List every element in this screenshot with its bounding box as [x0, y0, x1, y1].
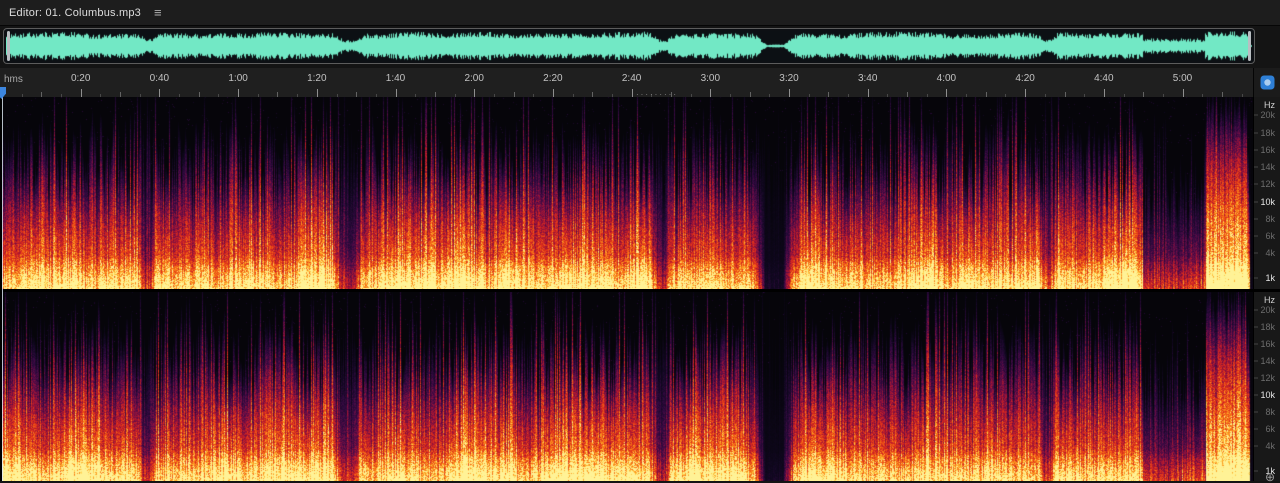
freq-tick — [1254, 184, 1258, 185]
corner-crosshair-icon[interactable]: ⊕ — [1265, 471, 1275, 483]
timeline-label: 1:40 — [386, 73, 405, 84]
timeline-label: 4:40 — [1094, 73, 1113, 84]
frequency-unit-label: Hz — [1264, 295, 1275, 305]
timeline-tick — [238, 89, 239, 97]
timeline-tick — [474, 89, 475, 97]
freq-tick — [1254, 218, 1258, 219]
freq-label-20k: 20k — [1260, 110, 1275, 120]
freq-tick — [1254, 360, 1258, 361]
freq-tick — [1254, 149, 1258, 150]
freq-tick — [1254, 326, 1258, 327]
timeline-label: 3:40 — [858, 73, 877, 84]
freq-tick — [1254, 253, 1258, 254]
timeline-tick — [710, 89, 711, 97]
spectrogram-right[interactable] — [2, 292, 1253, 481]
navigator-left-handle[interactable] — [7, 31, 10, 61]
divider-grip-icon[interactable]: ········· — [613, 91, 701, 98]
freq-tick — [1254, 132, 1258, 133]
timeline-tick — [317, 89, 318, 97]
spectrogram-left[interactable] — [2, 97, 1253, 289]
freq-label-16k: 16k — [1260, 145, 1275, 155]
timeline-label: 0:40 — [150, 73, 169, 84]
timeline-label: 3:20 — [779, 73, 798, 84]
freq-tick — [1254, 429, 1258, 430]
freq-label-12k: 12k — [1260, 373, 1275, 383]
freq-label-8k: 8k — [1265, 407, 1275, 417]
audio-editor-panel: Editor: 01. Columbus.mp3 ≡ hms 0:20 0:40 1… — [0, 0, 1280, 483]
timeline-label: 1:00 — [228, 73, 247, 84]
timeline-label: 4:00 — [937, 73, 956, 84]
channel-left: Hz20k 18k 16k 14k 12k 10k 8k 6k 4k 1k — [0, 97, 1280, 289]
timeline-label: 2:00 — [464, 73, 483, 84]
freq-label-16k: 16k — [1260, 339, 1275, 349]
freq-tick — [1254, 412, 1258, 413]
freq-tick — [1254, 343, 1258, 344]
freq-label-12k: 12k — [1260, 179, 1275, 189]
overview-waveform[interactable] — [6, 31, 1252, 61]
panel-menu-icon[interactable]: ≡ — [154, 8, 162, 18]
timeline-tick — [868, 89, 869, 97]
frequency-unit-label: Hz — [1264, 100, 1275, 110]
timeline-tick — [1183, 89, 1184, 97]
freq-tick — [1254, 470, 1258, 471]
freq-tick — [1254, 201, 1258, 202]
timeline-tick — [159, 89, 160, 97]
freq-label-14k: 14k — [1260, 162, 1275, 172]
freq-label-18k: 18k — [1260, 322, 1275, 332]
timeline-label: 1:20 — [307, 73, 326, 84]
zoom-navigator[interactable] — [3, 28, 1255, 64]
freq-label-8k: 8k — [1265, 214, 1275, 224]
timeline-label: 0:20 — [71, 73, 90, 84]
frequency-scale-left[interactable]: Hz20k 18k 16k 14k 12k 10k 8k 6k 4k 1k — [1253, 97, 1280, 289]
freq-label-10k: 10k — [1260, 197, 1275, 207]
freq-label-10k: 10k — [1260, 390, 1275, 400]
timeline-tick — [789, 89, 790, 97]
timeline-tick — [946, 89, 947, 97]
timeline-tick — [1025, 89, 1026, 97]
timeline-tick — [1104, 89, 1105, 97]
freq-tick — [1254, 377, 1258, 378]
freq-label-6k: 6k — [1265, 231, 1275, 241]
freq-label-20k: 20k — [1260, 305, 1275, 315]
editor-title: Editor: 01. Columbus.mp3 — [9, 7, 141, 19]
playhead-line[interactable] — [2, 97, 3, 481]
channel-right: Hz20k18k16k14k12k10k8k6k4k1k — [0, 292, 1280, 481]
timeline-tick — [81, 89, 82, 97]
timeline-label: 4:20 — [1015, 73, 1034, 84]
spectral-display-icon[interactable] — [1260, 75, 1275, 90]
timeline-label: 3:00 — [701, 73, 720, 84]
freq-label-18k: 18k — [1260, 128, 1275, 138]
freq-tick — [1254, 395, 1258, 396]
navigator-right-handle[interactable] — [1248, 31, 1251, 61]
freq-tick — [1254, 167, 1258, 168]
freq-tick — [1254, 115, 1258, 116]
editor-header: Editor: 01. Columbus.mp3 ≡ — [0, 0, 1280, 26]
freq-tick — [1254, 309, 1258, 310]
freq-label-6k: 6k — [1265, 424, 1275, 434]
ruler-corner — [1253, 68, 1280, 97]
freq-label-14k: 14k — [1260, 356, 1275, 366]
freq-tick — [1254, 278, 1258, 279]
freq-tick — [1254, 236, 1258, 237]
timeline-label: 2:40 — [622, 73, 641, 84]
freq-tick — [1254, 446, 1258, 447]
frequency-scale-right[interactable]: Hz20k18k16k14k12k10k8k6k4k1k — [1253, 292, 1280, 481]
timeline-unit-label: hms — [4, 74, 23, 85]
freq-label-4k: 4k — [1265, 441, 1275, 451]
timeline-tick — [553, 89, 554, 97]
timeline-tick — [396, 89, 397, 97]
timeline-label: 5:00 — [1173, 73, 1192, 84]
spectral-display: Hz20k18k16k14k12k10k8k6k4k1k Hz20k18k16k… — [0, 97, 1280, 481]
freq-label-1k: 1k — [1265, 273, 1275, 283]
timeline-label: 2:20 — [543, 73, 562, 84]
freq-label-4k: 4k — [1265, 248, 1275, 258]
